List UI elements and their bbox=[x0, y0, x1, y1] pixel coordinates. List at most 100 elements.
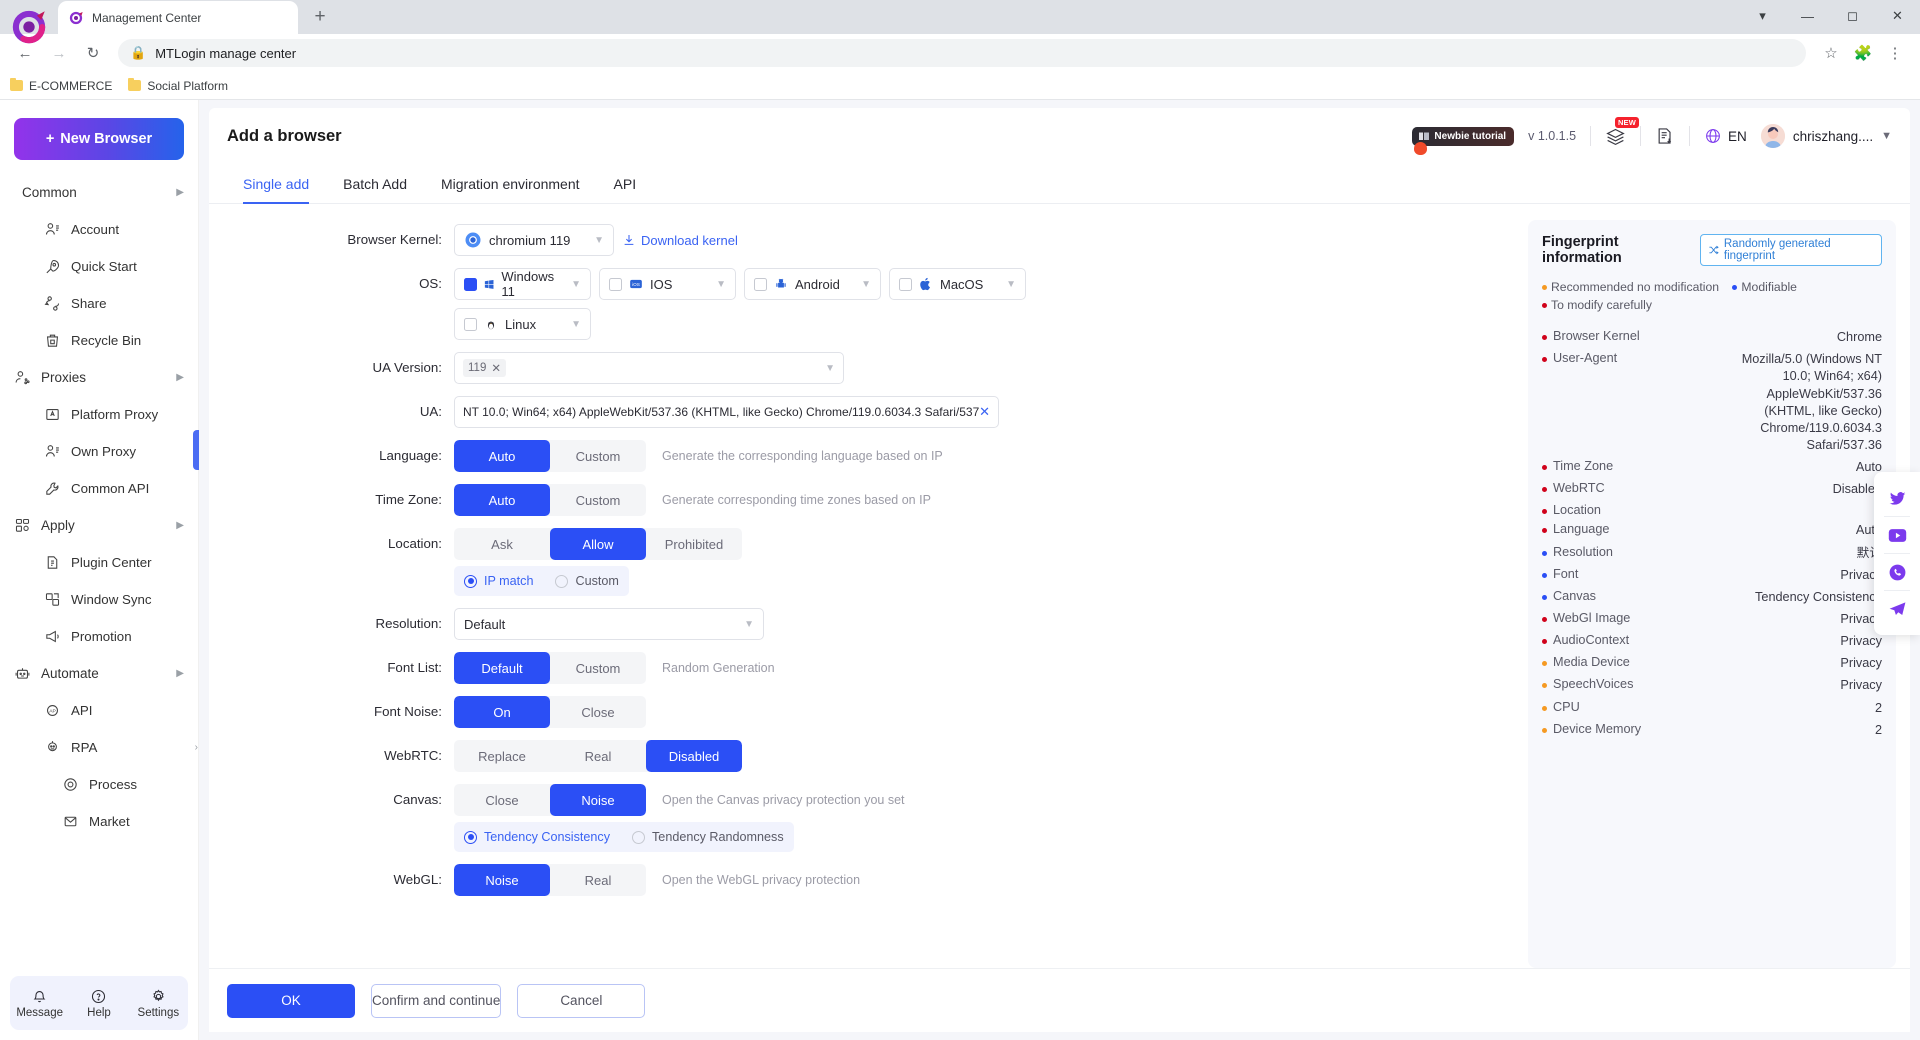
language-selector[interactable]: EN bbox=[1704, 127, 1747, 145]
font-list-option-custom[interactable]: Custom bbox=[550, 652, 646, 684]
tab-title: Management Center bbox=[92, 10, 202, 25]
webrtc-option-disabled[interactable]: Disabled bbox=[646, 740, 742, 772]
canvas-mode-tendency-randomness[interactable]: Tendency Randomness bbox=[632, 830, 784, 844]
confirm-and-continue-button[interactable]: Confirm and continue bbox=[371, 983, 502, 1018]
row-ua-version: UA Version: 119 ✕ ▼ bbox=[209, 352, 1520, 384]
sidebar-item-account[interactable]: Account bbox=[0, 211, 198, 248]
webgl-option-real[interactable]: Real bbox=[550, 864, 646, 896]
font-list-option-default[interactable]: Default bbox=[454, 652, 550, 684]
bookmark-item[interactable]: Social Platform bbox=[128, 78, 228, 93]
browser-chrome: Management Center + ▾ — ◻ ✕ ← → ↻ 🔒 MTLo… bbox=[0, 0, 1920, 100]
randomly-generated-fingerprint-button[interactable]: Randomly generated fingerprint bbox=[1699, 234, 1882, 266]
ua-version-select[interactable]: 119 ✕ ▼ bbox=[454, 352, 844, 384]
sidebar-item-common[interactable]: Common ▶ bbox=[0, 174, 198, 211]
sidebar-item-rpa[interactable]: RPA › bbox=[0, 729, 198, 766]
remove-tag-icon[interactable]: ✕ bbox=[491, 361, 501, 375]
transfer-button[interactable] bbox=[1655, 126, 1675, 146]
footer-item-settings[interactable]: Settings bbox=[129, 988, 188, 1019]
timezone-option-auto[interactable]: Auto bbox=[454, 484, 550, 516]
new-browser-button[interactable]: + New Browser bbox=[14, 118, 184, 160]
tab-api[interactable]: API bbox=[614, 164, 637, 204]
ok-button[interactable]: OK bbox=[227, 983, 355, 1018]
row-dot bbox=[1542, 572, 1547, 578]
checkbox-icon[interactable] bbox=[899, 277, 912, 291]
canvas-mode-tendency-consistency[interactable]: Tendency Consistency bbox=[464, 830, 610, 844]
os-option-ios[interactable]: iOS IOS ▼ bbox=[599, 268, 736, 300]
canvas-option-noise[interactable]: Noise bbox=[550, 784, 646, 816]
webrtc-option-real[interactable]: Real bbox=[550, 740, 646, 772]
sidebar-item-quick-start[interactable]: Quick Start bbox=[0, 248, 198, 285]
cancel-button[interactable]: Cancel bbox=[517, 983, 646, 1018]
location-mode-ip-match[interactable]: IP match bbox=[464, 574, 533, 588]
sidebar-item-platform-proxy[interactable]: Platform Proxy bbox=[0, 396, 198, 433]
os-option-macos[interactable]: MacOS ▼ bbox=[889, 268, 1026, 300]
form-footer: OK Confirm and continue Cancel bbox=[209, 968, 1910, 1032]
social-telegram[interactable] bbox=[1888, 591, 1907, 627]
os-option-linux[interactable]: Linux ▼ bbox=[454, 308, 591, 340]
location-option-ask[interactable]: Ask bbox=[454, 528, 550, 560]
tab-migration-environment[interactable]: Migration environment bbox=[441, 164, 580, 204]
sidebar-item-promotion[interactable]: Promotion bbox=[0, 618, 198, 655]
window-maximize-icon[interactable]: ◻ bbox=[1830, 0, 1875, 32]
sidebar-item-apply[interactable]: Apply ▶ bbox=[0, 507, 198, 544]
shuffle-icon[interactable]: ✕ bbox=[979, 404, 990, 420]
bookmark-item[interactable]: E-COMMERCE bbox=[10, 78, 112, 93]
browser-kernel-select[interactable]: chromium 119 ▼ bbox=[454, 224, 614, 256]
webrtc-option-replace[interactable]: Replace bbox=[454, 740, 550, 772]
new-tab-button[interactable]: + bbox=[306, 3, 334, 31]
window-minimize-icon[interactable]: — bbox=[1785, 0, 1830, 32]
social-whatsapp[interactable] bbox=[1888, 554, 1907, 590]
ua-input[interactable]: NT 10.0; Win64; x64) AppleWebKit/537.36 … bbox=[454, 396, 999, 428]
extensions-icon[interactable]: 🧩 bbox=[1848, 38, 1878, 68]
user-menu[interactable]: chriszhang.... ▼ bbox=[1760, 124, 1892, 148]
font-noise-option-close[interactable]: Close bbox=[550, 696, 646, 728]
language-option-custom[interactable]: Custom bbox=[550, 440, 646, 472]
tab-single-add[interactable]: Single add bbox=[243, 164, 310, 204]
checkbox-icon[interactable] bbox=[464, 317, 477, 331]
browser-tab[interactable]: Management Center bbox=[58, 1, 298, 34]
footer-item-message[interactable]: Message bbox=[10, 988, 69, 1019]
sidebar-item-api[interactable]: AP API bbox=[0, 692, 198, 729]
webgl-option-noise[interactable]: Noise bbox=[454, 864, 550, 896]
sidebar-item-automate[interactable]: Automate ▶ bbox=[0, 655, 198, 692]
address-bar[interactable]: 🔒 MTLogin manage center bbox=[118, 39, 1806, 67]
location-option-prohibited[interactable]: Prohibited bbox=[646, 528, 742, 560]
sidebar-item-share[interactable]: Share bbox=[0, 285, 198, 322]
download-kernel-label: Download kernel bbox=[641, 232, 738, 248]
sidebar-item-recycle-bin[interactable]: Recycle Bin bbox=[0, 322, 198, 359]
sidebar-item-common-api[interactable]: Common API bbox=[0, 470, 198, 507]
download-kernel-link[interactable]: Download kernel bbox=[622, 233, 738, 248]
window-close-icon[interactable]: ✕ bbox=[1875, 0, 1920, 32]
checkbox-icon[interactable] bbox=[464, 277, 477, 291]
location-mode-custom[interactable]: Custom bbox=[555, 574, 619, 588]
social-youtube[interactable] bbox=[1888, 517, 1907, 553]
os-option-windows-11[interactable]: Windows 11 ▼ bbox=[454, 268, 591, 300]
checkbox-icon[interactable] bbox=[609, 277, 622, 291]
social-twitter[interactable] bbox=[1888, 480, 1907, 516]
bookmark-star-icon[interactable]: ☆ bbox=[1816, 38, 1846, 68]
sidebar-item-market[interactable]: Market bbox=[0, 803, 198, 840]
ios-icon: iOS bbox=[630, 279, 642, 289]
sidebar-item-proxies[interactable]: Proxies ▶ bbox=[0, 359, 198, 396]
resolution-select[interactable]: Default ▼ bbox=[454, 608, 764, 640]
os-option-label: Windows 11 bbox=[501, 269, 555, 299]
footer-item-help[interactable]: Help bbox=[69, 988, 128, 1019]
sidebar-item-own-proxy[interactable]: Own Proxy bbox=[0, 433, 198, 470]
language-option-auto[interactable]: Auto bbox=[454, 440, 550, 472]
sidebar-item-plugin-center[interactable]: Plugin Center bbox=[0, 544, 198, 581]
sidebar-item-process[interactable]: Process bbox=[0, 766, 198, 803]
checkbox-icon[interactable] bbox=[754, 277, 767, 291]
reload-icon[interactable]: ↻ bbox=[78, 38, 108, 68]
browser-menu-icon[interactable]: ⋮ bbox=[1880, 38, 1910, 68]
os-option-android[interactable]: Android ▼ bbox=[744, 268, 881, 300]
sidebar-item-window-sync[interactable]: Window Sync bbox=[0, 581, 198, 618]
newbie-tutorial-button[interactable]: Newbie tutorial bbox=[1412, 126, 1515, 155]
tab-batch-add[interactable]: Batch Add bbox=[343, 164, 407, 204]
window-minimize-alt-icon[interactable]: ▾ bbox=[1740, 0, 1785, 32]
stack-button[interactable]: NEW bbox=[1605, 116, 1640, 147]
timezone-option-custom[interactable]: Custom bbox=[550, 484, 646, 516]
canvas-mode-radios: Tendency Consistency Tendency Randomness bbox=[454, 822, 794, 852]
font-noise-option-on[interactable]: On bbox=[454, 696, 550, 728]
location-option-allow[interactable]: Allow bbox=[550, 528, 646, 560]
canvas-option-close[interactable]: Close bbox=[454, 784, 550, 816]
